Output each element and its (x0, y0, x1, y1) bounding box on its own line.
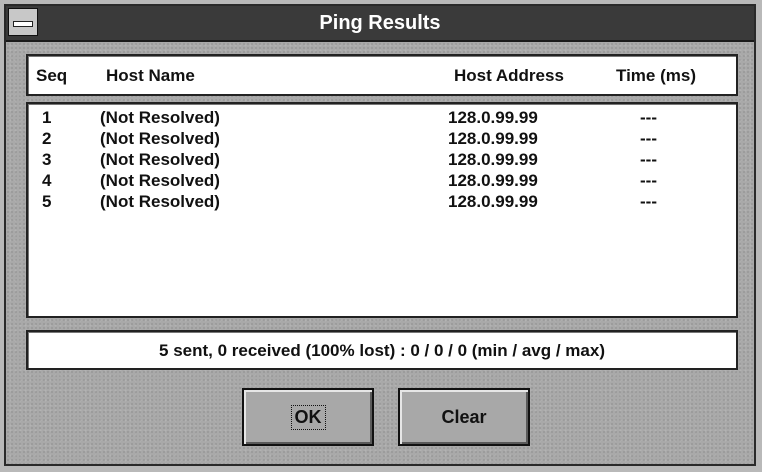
summary-text: 5 sent, 0 received (100% lost) : 0 / 0 /… (159, 341, 605, 360)
cell-time: --- (640, 129, 657, 148)
cell-host-name: (Not Resolved) (100, 171, 220, 190)
cell-host-address: 128.0.99.99 (448, 192, 538, 211)
table-row[interactable]: 4 (Not Resolved) 128.0.99.99 --- (28, 171, 736, 192)
cell-host-name: (Not Resolved) (100, 129, 220, 148)
clear-button[interactable]: Clear (398, 388, 530, 446)
title-bar[interactable]: Ping Results (6, 6, 754, 42)
cell-host-address: 128.0.99.99 (448, 150, 538, 169)
table-row[interactable]: 5 (Not Resolved) 128.0.99.99 --- (28, 192, 736, 213)
cell-host-name: (Not Resolved) (100, 108, 220, 127)
cell-host-address: 128.0.99.99 (448, 129, 538, 148)
clear-button-label: Clear (441, 406, 487, 427)
ok-button-label: OK (290, 404, 326, 430)
table-row[interactable]: 1 (Not Resolved) 128.0.99.99 --- (28, 108, 736, 129)
cell-time: --- (640, 171, 657, 190)
ok-button[interactable]: OK (242, 388, 374, 446)
cell-time: --- (640, 192, 657, 211)
summary-panel: 5 sent, 0 received (100% lost) : 0 / 0 /… (26, 330, 738, 370)
cell-host-name: (Not Resolved) (100, 192, 220, 211)
results-rows: 1 (Not Resolved) 128.0.99.99 --- 2 (Not Resol… (28, 108, 736, 213)
column-time: Time (ms) (616, 66, 696, 85)
cell-seq: 1 (42, 108, 52, 127)
column-seq: Seq (36, 66, 68, 85)
column-host-name: Host Name (106, 66, 195, 85)
cell-host-address: 128.0.99.99 (448, 171, 538, 190)
window-title: Ping Results (319, 12, 441, 34)
column-header: Seq Host Name Host Address Time (ms) (26, 54, 738, 96)
cell-seq: 4 (42, 171, 52, 190)
cell-host-address: 128.0.99.99 (448, 108, 538, 127)
ping-results-window: Ping Results Seq Host Name Host Address … (4, 4, 756, 466)
results-list[interactable]: 1 (Not Resolved) 128.0.99.99 --- 2 (Not Resol… (26, 102, 738, 318)
cell-host-name: (Not Resolved) (100, 150, 220, 169)
cell-time: --- (640, 150, 657, 169)
cell-seq: 5 (42, 192, 52, 211)
cell-seq: 3 (42, 150, 52, 169)
cell-time: --- (640, 108, 657, 127)
column-host-address: Host Address (454, 66, 564, 85)
table-row[interactable]: 2 (Not Resolved) 128.0.99.99 --- (28, 129, 736, 150)
cell-seq: 2 (42, 129, 52, 148)
table-row[interactable]: 3 (Not Resolved) 128.0.99.99 --- (28, 150, 736, 171)
